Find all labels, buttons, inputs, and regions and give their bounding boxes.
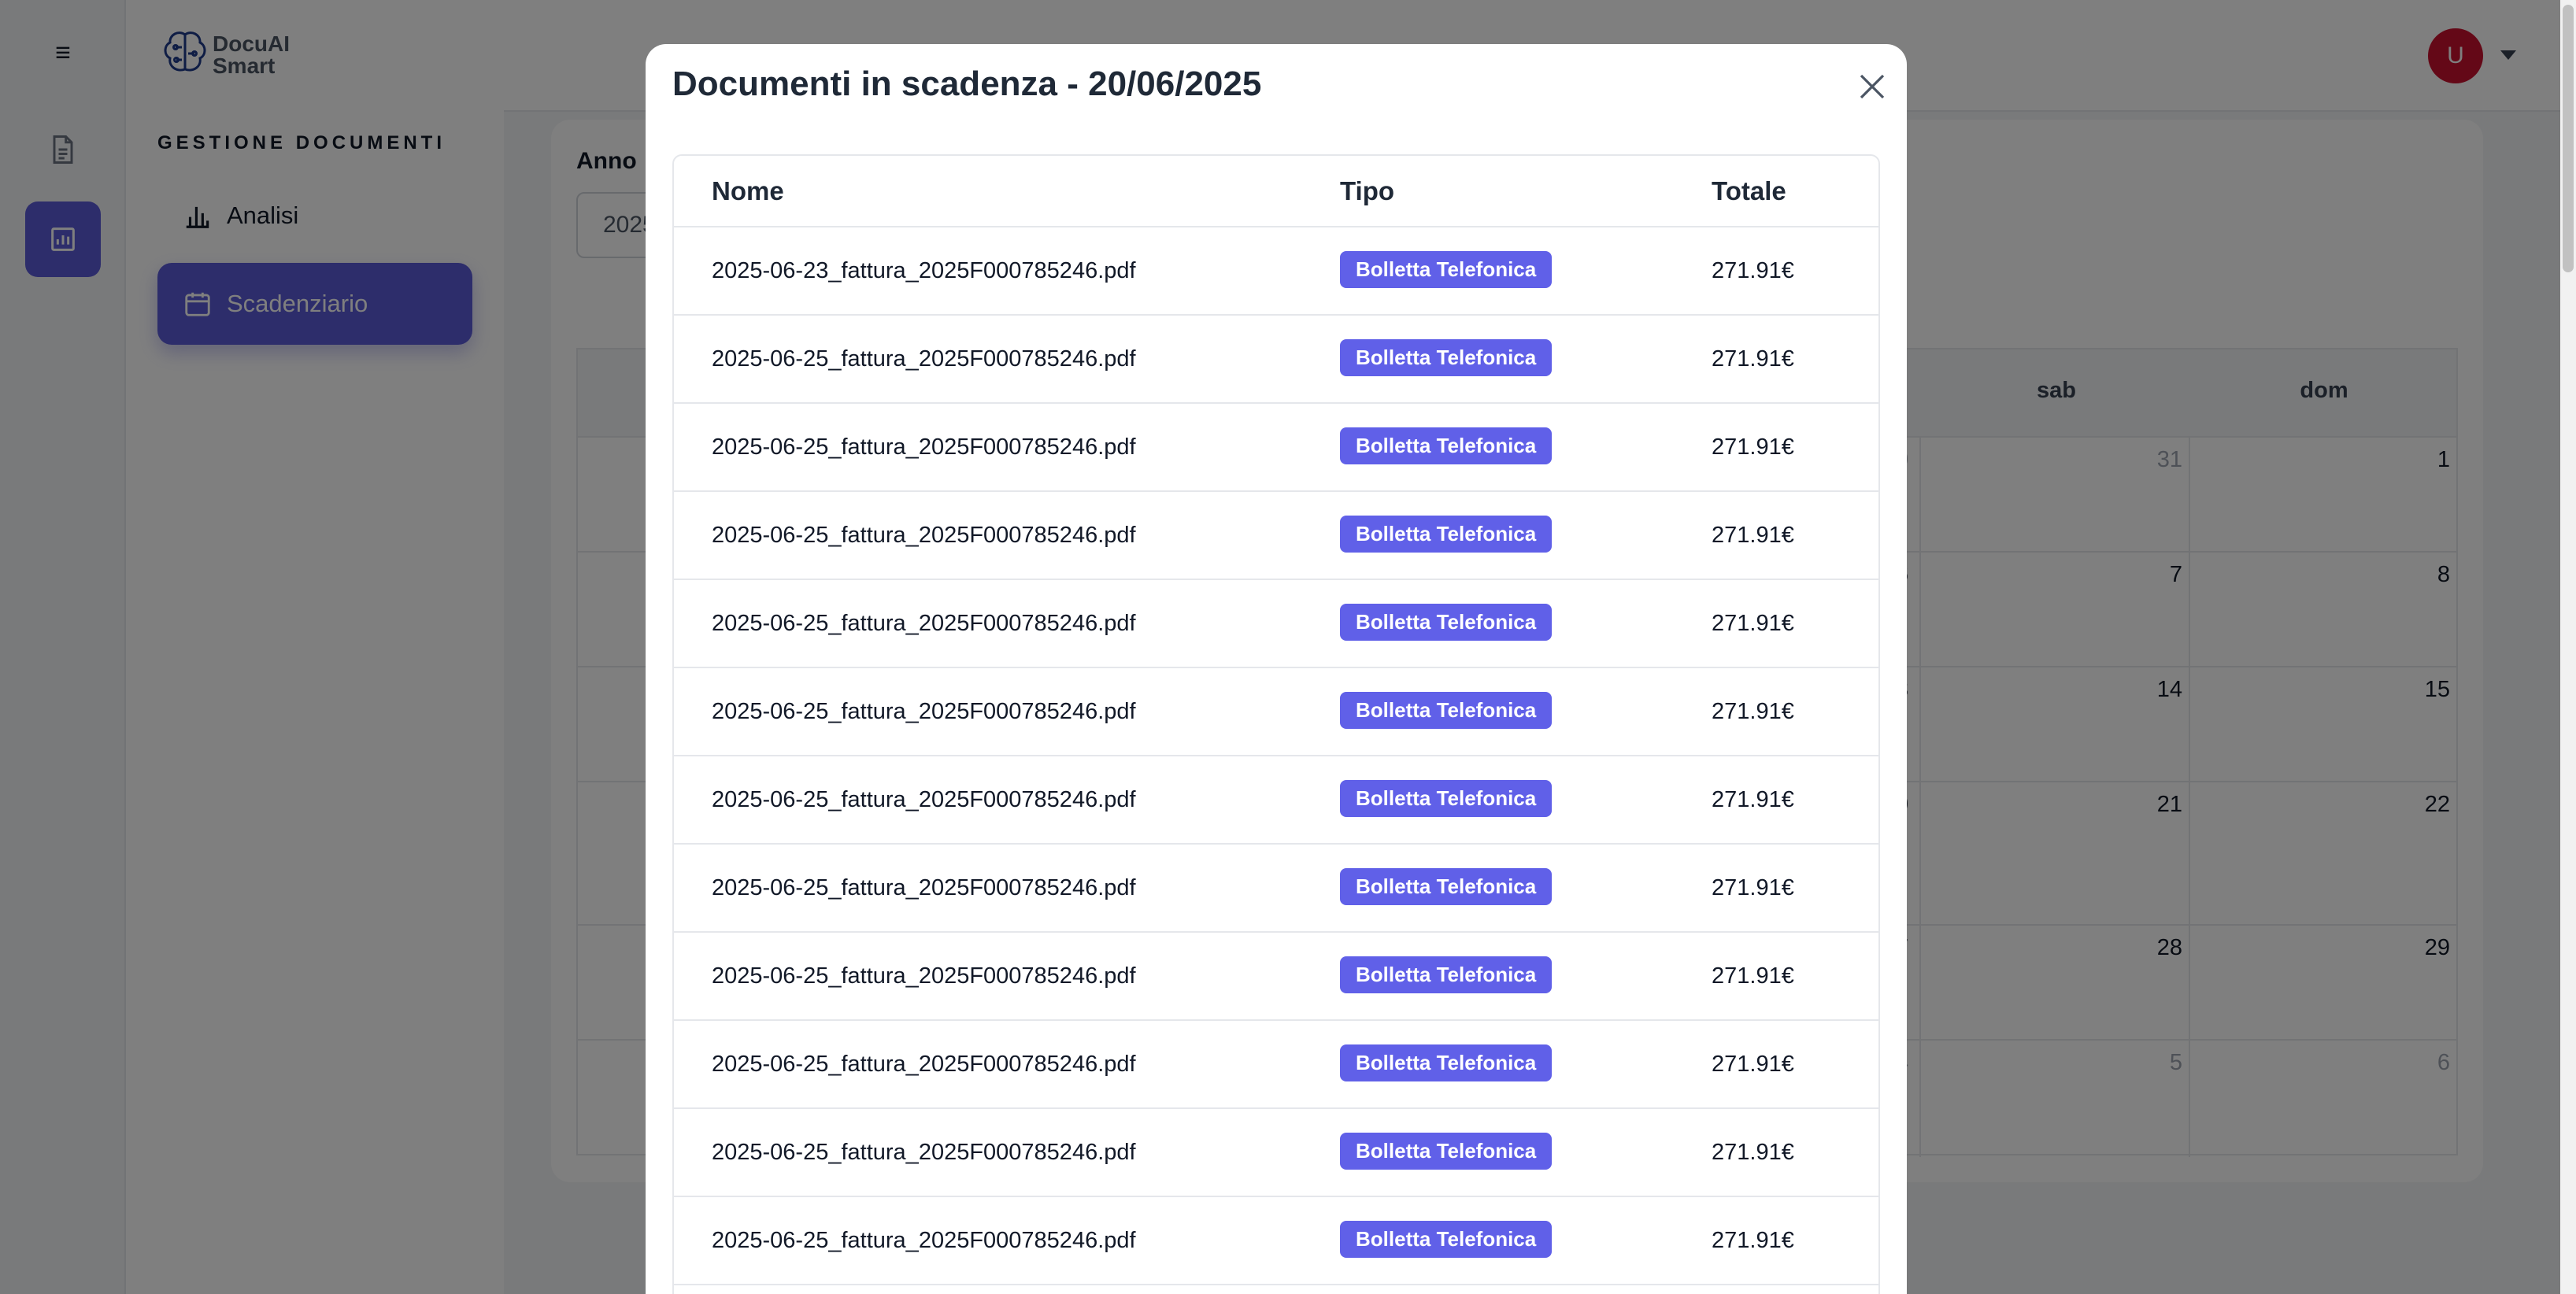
column-header-tipo[interactable]: Tipo — [1302, 156, 1674, 227]
cell-totale: 271.91€ — [1674, 1196, 1878, 1285]
tipo-badge: Bolletta Telefonica — [1340, 779, 1553, 817]
cell-tipo: Bolletta Telefonica — [1302, 1108, 1674, 1197]
cell-tipo: Bolletta Telefonica — [1302, 227, 1674, 316]
cell-totale: 271.91€ — [1674, 844, 1878, 933]
tipo-badge: Bolletta Telefonica — [1340, 515, 1553, 553]
cell-totale: 271.91€ — [1674, 315, 1878, 404]
tipo-badge: Bolletta Telefonica — [1340, 691, 1553, 729]
cell-tipo: Bolletta Telefonica — [1302, 1196, 1674, 1285]
cell-nome: 2025-06-25_fattura_2025F000785246.pdf — [674, 491, 1302, 580]
tipo-badge: Bolletta Telefonica — [1340, 1044, 1553, 1081]
cell-tipo: Bolletta Telefonica — [1302, 491, 1674, 580]
tipo-badge: Bolletta Telefonica — [1340, 427, 1553, 464]
cell-totale: 271.91€ — [1674, 491, 1878, 580]
documenti-scadenza-modal: Documenti in scadenza - 20/06/2025 Nome … — [646, 44, 1907, 1294]
cell-nome: 2025-06-25_fattura_2025F000785246.pdf — [674, 403, 1302, 492]
cell-nome: 2025-06-25_fattura_2025F000785246.pdf — [674, 1196, 1302, 1285]
column-header-totale[interactable]: Totale — [1674, 156, 1878, 227]
tipo-badge: Bolletta Telefonica — [1340, 867, 1553, 905]
column-header-nome[interactable]: Nome — [674, 156, 1302, 227]
cell-tipo: Bolletta Telefonica — [1302, 667, 1674, 756]
cell-tipo: Bolletta Telefonica — [1302, 932, 1674, 1021]
cell-nome: 2025-06-25_fattura_2025F000785246.pdf — [674, 315, 1302, 404]
table-row[interactable]: 2025-06-25_fattura_2025F000785246.pdf Bo… — [674, 1196, 1878, 1285]
table-row[interactable]: 2025-06-23_fattura_2025F000785246.pdf Bo… — [674, 227, 1878, 316]
cell-tipo: Bolletta Telefonica — [1302, 403, 1674, 492]
cell-nome: 2025-06-25_fattura_2025F000785246.pdf — [674, 1020, 1302, 1109]
cell-totale: 271.91€ — [1674, 667, 1878, 756]
cell-nome: 2025-06-25_fattura_2025F000785246.pdf — [674, 756, 1302, 845]
close-icon[interactable] — [1853, 68, 1891, 105]
documents-table: Nome Tipo Totale 2025-06-23_fattura_2025… — [672, 154, 1880, 1294]
table-header-row: Nome Tipo Totale — [674, 156, 1878, 227]
cell-nome: 2025-06-25_fattura_2025F000785246.pdf — [674, 667, 1302, 756]
cell-tipo: Bolletta Telefonica — [1302, 1020, 1674, 1109]
cell-totale: 271.91€ — [1674, 1108, 1878, 1197]
page-scrollbar-thumb[interactable] — [2563, 5, 2574, 272]
table-row[interactable]: 2025-06-25_fattura_2025F000785246.pdf Bo… — [674, 403, 1878, 492]
table-row[interactable]: 2025-06-25_fattura_2025F000785246.pdf Bo… — [674, 579, 1878, 668]
cell-nome: 2025-06-25_fattura_2025F000785246.pdf — [674, 932, 1302, 1021]
cell-totale: 271.91€ — [1674, 1020, 1878, 1109]
table-row[interactable]: 2025-06-25_fattura_2025F000785246.pdf Bo… — [674, 1020, 1878, 1109]
tipo-badge: Bolletta Telefonica — [1340, 1220, 1553, 1258]
cell-totale: 271.91€ — [1674, 403, 1878, 492]
cell-totale: 271.91€ — [1674, 756, 1878, 845]
tipo-badge: Bolletta Telefonica — [1340, 250, 1553, 288]
table-row[interactable]: 2025-06-25_fattura_2025F000785246.pdf Bo… — [674, 932, 1878, 1021]
table-row[interactable]: 2025-06-25_fattura_2025F000785246.pdf Bo… — [674, 491, 1878, 580]
tipo-badge: Bolletta Telefonica — [1340, 956, 1553, 993]
tipo-badge: Bolletta Telefonica — [1340, 338, 1553, 376]
cell-totale: 271.91€ — [1674, 227, 1878, 316]
table-row[interactable]: 2025-06-25_fattura_2025F000785246.pdf Bo… — [674, 844, 1878, 933]
table-row[interactable]: 2025-06-25_fattura_2025F000785246.pdf Bo… — [674, 756, 1878, 845]
cell-tipo: Bolletta Telefonica — [1302, 844, 1674, 933]
table-row[interactable]: 2025-06-25_fattura_2025F000785246.pdf Bo… — [674, 1108, 1878, 1197]
cell-tipo: Bolletta Telefonica — [1302, 579, 1674, 668]
table-row[interactable]: 2025-06-25_fattura_2025F000785246.pdf Bo… — [674, 315, 1878, 404]
tipo-badge: Bolletta Telefonica — [1340, 603, 1553, 641]
table-row[interactable]: 2025-06-25_fattura_2025F000785246.pdf Bo… — [674, 667, 1878, 756]
cell-nome: 2025-06-23_fattura_2025F000785246.pdf — [674, 227, 1302, 316]
cell-tipo: Bolletta Telefonica — [1302, 756, 1674, 845]
tipo-badge: Bolletta Telefonica — [1340, 1132, 1553, 1170]
cell-tipo: Bolletta Telefonica — [1302, 315, 1674, 404]
cell-nome: 2025-06-25_fattura_2025F000785246.pdf — [674, 579, 1302, 668]
cell-nome: 2025-06-25_fattura_2025F000785246.pdf — [674, 1108, 1302, 1197]
cell-nome: 2025-06-25_fattura_2025F000785246.pdf — [674, 844, 1302, 933]
cell-totale: 271.91€ — [1674, 579, 1878, 668]
cell-totale: 271.91€ — [1674, 932, 1878, 1021]
modal-title: Documenti in scadenza - 20/06/2025 — [672, 65, 1262, 103]
